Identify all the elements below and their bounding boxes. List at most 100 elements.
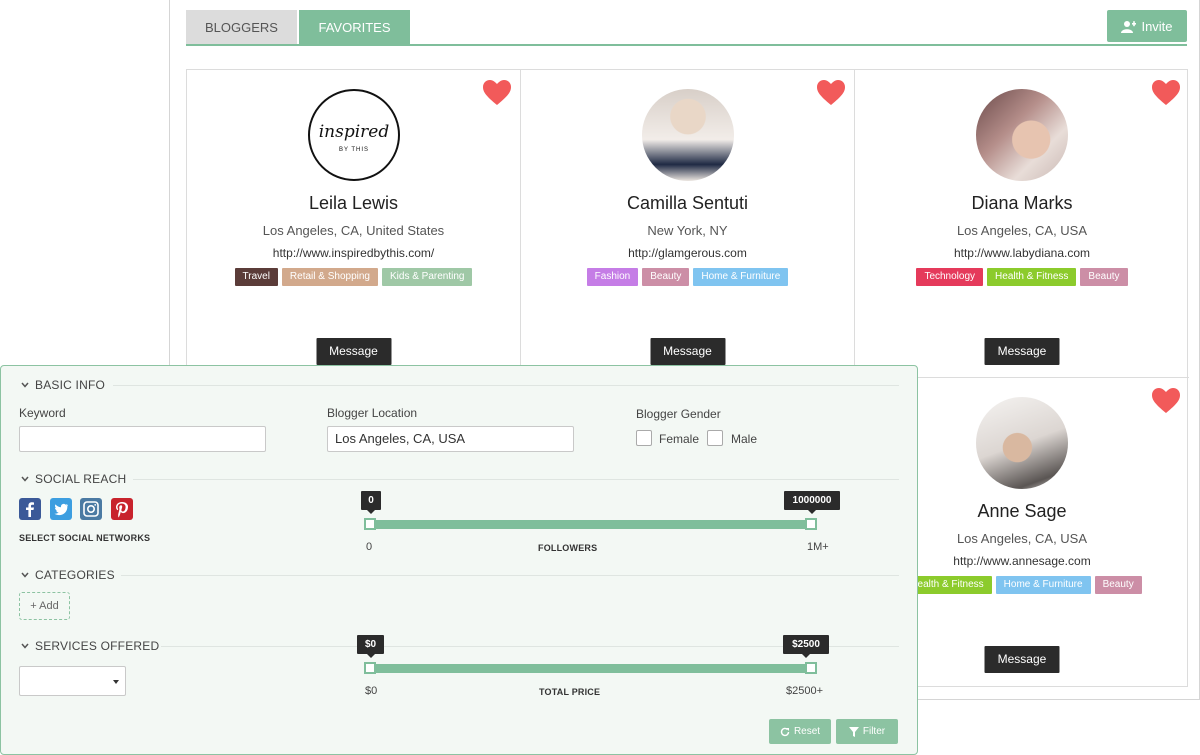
tag: Kids & Parenting <box>381 268 473 286</box>
section-categories[interactable]: CATEGORIES <box>21 568 115 582</box>
tag: Retail & Shopping <box>281 268 378 286</box>
invite-button[interactable]: Invite <box>1107 10 1187 42</box>
tag: Beauty <box>1080 268 1128 286</box>
followers-max-label: 1M+ <box>807 541 829 553</box>
message-button[interactable]: Message <box>316 338 391 365</box>
logo-subtext: BY THIS <box>338 147 368 153</box>
price-min-tooltip: $0 <box>357 635 384 658</box>
heart-icon[interactable] <box>1152 388 1180 414</box>
section-title: BASIC INFO <box>35 378 106 392</box>
blogger-location: Los Angeles, CA, USA <box>956 223 1088 238</box>
price-min-label: $0 <box>365 685 378 697</box>
followers-slider-track[interactable] <box>369 520 815 529</box>
heart-icon[interactable] <box>817 80 845 106</box>
female-checkbox[interactable] <box>636 430 652 446</box>
tab-bar: BLOGGERS FAVORITES <box>186 10 410 45</box>
price-min-handle[interactable] <box>364 662 376 674</box>
female-label: Female <box>659 432 700 446</box>
keyword-input[interactable] <box>19 426 266 452</box>
divider <box>113 385 899 386</box>
twitter-icon[interactable] <box>50 498 72 520</box>
male-label: Male <box>731 432 758 446</box>
reset-button[interactable]: Reset <box>769 719 831 744</box>
tag: Technology <box>916 268 984 286</box>
tag: Health & Fitness <box>987 268 1077 286</box>
blogger-url[interactable]: http://www.labydiana.com <box>855 246 1189 260</box>
location-input[interactable]: Los Angeles, CA, USA <box>327 426 574 452</box>
followers-min-label: 0 <box>366 541 373 553</box>
heart-icon[interactable] <box>483 80 511 106</box>
blogger-url[interactable]: http://www.inspiredbythis.com/ <box>187 246 520 260</box>
services-select[interactable] <box>19 666 126 696</box>
section-basic-info[interactable]: BASIC INFO <box>21 378 105 392</box>
add-user-icon <box>1121 20 1137 33</box>
blogger-name: Diana Marks <box>971 193 1073 213</box>
reset-label: Reset <box>793 726 821 737</box>
followers-max-tooltip: 1000000 <box>784 491 840 514</box>
tag: Home & Furniture <box>995 576 1091 594</box>
section-services-offered[interactable]: SERVICES OFFERED <box>21 639 159 653</box>
gender-label: Blogger Gender <box>636 407 721 421</box>
divider <box>133 479 899 480</box>
blogger-card: Diana Marks Los Angeles, CA, USA http://… <box>855 70 1189 378</box>
avatar <box>976 397 1068 489</box>
message-button[interactable]: Message <box>650 338 725 365</box>
section-title: CATEGORIES <box>35 568 115 582</box>
message-button[interactable]: Message <box>984 646 1060 673</box>
keyword-label: Keyword <box>19 406 66 420</box>
chevron-down-icon <box>21 643 29 649</box>
section-social-reach[interactable]: SOCIAL REACH <box>21 472 126 486</box>
filter-panel: BASIC INFO Keyword Blogger Location Los … <box>0 365 918 755</box>
tag: Beauty <box>642 268 690 286</box>
tag-list: Fashion Beauty Home & Furniture <box>521 268 854 286</box>
tag-list: Travel Retail & Shopping Kids & Parentin… <box>187 268 520 286</box>
caret-down-icon <box>113 680 119 684</box>
blogger-location: Los Angeles, CA, United States <box>262 223 445 238</box>
male-checkbox[interactable] <box>707 430 723 446</box>
price-caption: TOTAL PRICE <box>539 687 601 697</box>
logo-text: inspired <box>318 122 389 142</box>
heart-icon[interactable] <box>1152 80 1180 106</box>
avatar <box>641 89 734 181</box>
tag: Home & Furniture <box>693 268 789 286</box>
followers-max-handle[interactable] <box>805 518 817 530</box>
select-networks-label: SELECT SOCIAL NETWORKS <box>19 533 151 543</box>
price-max-handle[interactable] <box>805 662 817 674</box>
facebook-icon[interactable] <box>19 498 41 520</box>
followers-caption: FOLLOWERS <box>538 543 598 553</box>
tag: Travel <box>234 268 278 286</box>
blogger-name: Leila Lewis <box>308 193 399 213</box>
section-title: SERVICES OFFERED <box>35 639 160 653</box>
tag: Fashion <box>586 268 639 286</box>
tab-favorites[interactable]: FAVORITES <box>299 10 410 45</box>
followers-min-handle[interactable] <box>364 518 376 530</box>
tag: Beauty <box>1094 576 1142 594</box>
chevron-down-icon <box>21 382 29 388</box>
avatar <box>976 89 1068 181</box>
message-button[interactable]: Message <box>984 338 1060 365</box>
add-category-button[interactable]: + Add <box>19 592 70 620</box>
avatar: inspired BY THIS <box>307 89 400 181</box>
tab-underline <box>186 44 1187 46</box>
price-slider-track[interactable] <box>369 664 815 673</box>
pinterest-icon[interactable] <box>111 498 133 520</box>
chevron-down-icon <box>21 572 29 578</box>
blogger-card: inspired BY THIS Leila Lewis Los Angeles… <box>187 70 521 378</box>
followers-min-tooltip: 0 <box>361 491 381 514</box>
filter-label: Filter <box>862 726 886 737</box>
tab-bloggers[interactable]: BLOGGERS <box>186 10 297 45</box>
instagram-icon[interactable] <box>80 498 102 520</box>
price-max-tooltip: $2500 <box>783 635 829 658</box>
tag-list: Technology Health & Fitness Beauty <box>855 268 1189 286</box>
invite-label: Invite <box>1141 18 1173 34</box>
divider <box>121 575 899 576</box>
filter-button[interactable]: Filter <box>836 719 898 744</box>
filter-icon <box>848 726 859 737</box>
blogger-card: Camilla Sentuti New York, NY http://glam… <box>521 70 855 378</box>
blogger-location: New York, NY <box>647 223 728 238</box>
blogger-url[interactable]: http://glamgerous.com <box>521 246 854 260</box>
blogger-name: Camilla Sentuti <box>626 193 749 213</box>
inspired-logo: inspired BY THIS <box>318 122 389 153</box>
refresh-icon <box>780 727 790 736</box>
location-label: Blogger Location <box>327 406 418 420</box>
